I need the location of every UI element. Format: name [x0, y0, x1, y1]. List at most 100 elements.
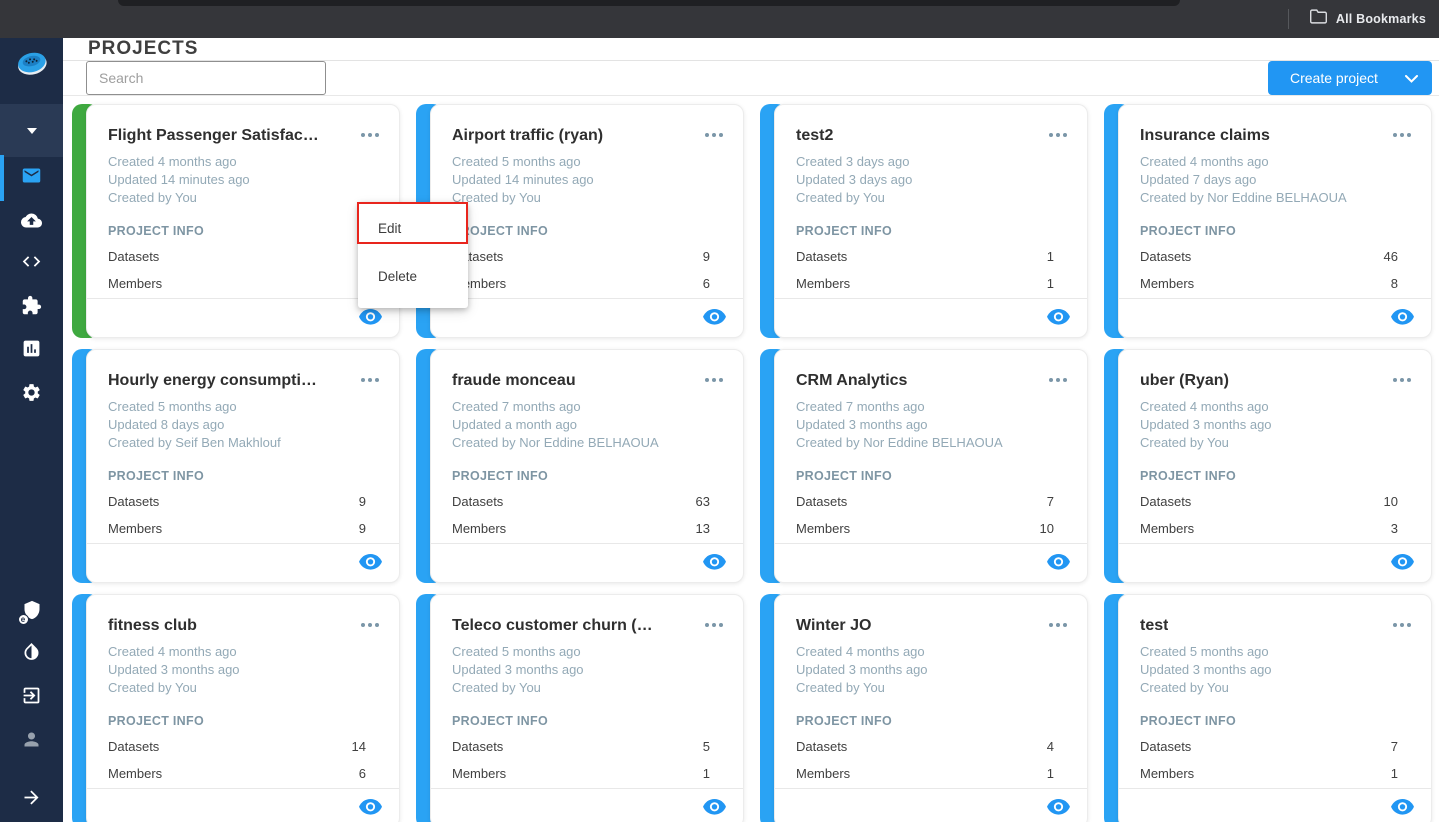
bookmarks-label: All Bookmarks	[1335, 12, 1426, 26]
project-card[interactable]: Flight Passenger Satisfac… Created 4 mon…	[72, 104, 400, 338]
members-row: Members 7	[87, 276, 399, 291]
sidebar-item-profile[interactable]	[0, 730, 63, 754]
created-date: Created 4 months ago	[796, 644, 925, 659]
project-title: CRM Analytics	[796, 372, 908, 389]
datasets-label: Datasets	[1140, 494, 1192, 509]
updated-date: Updated 3 months ago	[1140, 417, 1272, 432]
more-options-button[interactable]	[705, 127, 723, 141]
sidebar-item-security[interactable]: e	[0, 600, 63, 625]
more-options-button[interactable]	[1049, 127, 1067, 141]
project-card[interactable]: test Created 5 months ago Updated 3 mont…	[1104, 594, 1432, 822]
datasets-value: 5	[702, 739, 710, 754]
created-by: Created by You	[108, 190, 197, 205]
view-project-button[interactable]	[1391, 308, 1414, 328]
sidebar-collapse-toggle[interactable]	[0, 788, 63, 812]
updated-date: Updated 3 months ago	[452, 662, 584, 677]
create-project-button[interactable]: Create project	[1268, 61, 1432, 95]
members-row: Members 6	[87, 766, 399, 781]
bookmarks-bar-item[interactable]: All Bookmarks	[1287, 0, 1426, 38]
mail-icon	[21, 165, 42, 191]
view-project-button[interactable]	[1391, 798, 1414, 818]
members-value: 3	[1390, 521, 1398, 536]
sidebar-item-extensions[interactable]	[0, 295, 63, 320]
more-options-button[interactable]	[361, 617, 379, 631]
view-project-button[interactable]	[359, 553, 382, 573]
members-row: Members 1	[431, 766, 743, 781]
project-card[interactable]: uber (Ryan) Created 4 months ago Updated…	[1104, 349, 1432, 583]
project-card[interactable]: fraude monceau Created 7 months ago Upda…	[416, 349, 744, 583]
project-info-label: PROJECT INFO	[108, 224, 204, 238]
project-card[interactable]: CRM Analytics Created 7 months ago Updat…	[760, 349, 1088, 583]
datasets-value: 46	[1383, 249, 1398, 264]
sidebar-item-reports[interactable]	[0, 339, 63, 363]
more-dots-icon	[361, 133, 365, 137]
search-input[interactable]	[86, 61, 326, 95]
more-options-button[interactable]	[1049, 372, 1067, 386]
view-project-button[interactable]	[1047, 798, 1070, 818]
more-options-button[interactable]	[1049, 617, 1067, 631]
datasets-value: 9	[358, 494, 366, 509]
project-card[interactable]: Teleco customer churn (… Created 5 month…	[416, 594, 744, 822]
more-options-button[interactable]	[361, 372, 379, 386]
view-project-button[interactable]	[703, 553, 726, 573]
eye-icon	[1047, 798, 1070, 818]
created-by: Created by Nor Eddine BELHAOUA	[1140, 190, 1347, 205]
datasets-label: Datasets	[452, 494, 504, 509]
created-date: Created 7 months ago	[452, 399, 581, 414]
created-date: Created 4 months ago	[108, 644, 237, 659]
more-options-button[interactable]	[705, 617, 723, 631]
omnibox-bottom-edge	[118, 0, 1180, 6]
view-project-button[interactable]	[703, 798, 726, 818]
project-card[interactable]: Hourly energy consumpti… Created 5 month…	[72, 349, 400, 583]
sidebar-item-logout[interactable]	[0, 686, 63, 710]
sidebar-item-theme[interactable]	[0, 642, 63, 666]
created-by: Created by Nor Eddine BELHAOUA	[796, 435, 1003, 450]
sidebar-item-code[interactable]	[0, 252, 63, 276]
datasets-value: 1	[1046, 249, 1054, 264]
context-menu-item-edit[interactable]: Edit	[358, 204, 468, 252]
context-menu-item-delete[interactable]: Delete	[358, 252, 468, 300]
project-title: Flight Passenger Satisfac…	[108, 127, 319, 144]
sidebar-item-projects[interactable]	[0, 166, 63, 190]
sidebar-dropdown[interactable]	[0, 104, 63, 157]
created-by: Created by Nor Eddine BELHAOUA	[452, 435, 659, 450]
project-title: test	[1140, 617, 1169, 634]
sidebar-item-upload[interactable]	[0, 211, 63, 235]
more-options-button[interactable]	[1393, 127, 1411, 141]
project-card[interactable]: Insurance claims Created 4 months ago Up…	[1104, 104, 1432, 338]
view-project-button[interactable]	[1391, 553, 1414, 573]
view-project-button[interactable]	[1047, 553, 1070, 573]
members-row: Members 6	[431, 276, 743, 291]
more-options-button[interactable]	[361, 127, 379, 141]
sidebar-item-settings[interactable]	[0, 383, 63, 407]
more-options-button[interactable]	[1393, 372, 1411, 386]
view-project-button[interactable]	[359, 308, 382, 328]
view-project-button[interactable]	[359, 798, 382, 818]
more-dots-icon	[1049, 623, 1053, 627]
eye-icon	[1047, 308, 1070, 328]
updated-date: Updated 14 minutes ago	[452, 172, 594, 187]
project-title: uber (Ryan)	[1140, 372, 1229, 389]
project-info-label: PROJECT INFO	[452, 714, 548, 728]
project-title: Hourly energy consumpti…	[108, 372, 317, 389]
datasets-row: Datasets 14	[87, 739, 399, 754]
project-card[interactable]: Winter JO Created 4 months ago Updated 3…	[760, 594, 1088, 822]
exit-to-app-icon	[21, 685, 42, 711]
members-value: 1	[702, 766, 710, 781]
app-logo[interactable]	[0, 47, 63, 79]
view-project-button[interactable]	[1047, 308, 1070, 328]
project-card[interactable]: test2 Created 3 days ago Updated 3 days …	[760, 104, 1088, 338]
datasets-value: 7	[1046, 494, 1054, 509]
project-card[interactable]: fitness club Created 4 months ago Update…	[72, 594, 400, 822]
datasets-row: Datasets 9	[431, 249, 743, 264]
more-dots-icon	[1049, 378, 1053, 382]
view-project-button[interactable]	[703, 308, 726, 328]
members-label: Members	[1140, 766, 1195, 781]
more-options-button[interactable]	[705, 372, 723, 386]
more-options-button[interactable]	[1393, 617, 1411, 631]
members-label: Members	[1140, 276, 1195, 291]
members-value: 13	[695, 521, 710, 536]
cloud-upload-icon	[21, 210, 42, 236]
datasets-row: Datasets 4	[775, 739, 1087, 754]
sidebar: e	[0, 38, 63, 822]
